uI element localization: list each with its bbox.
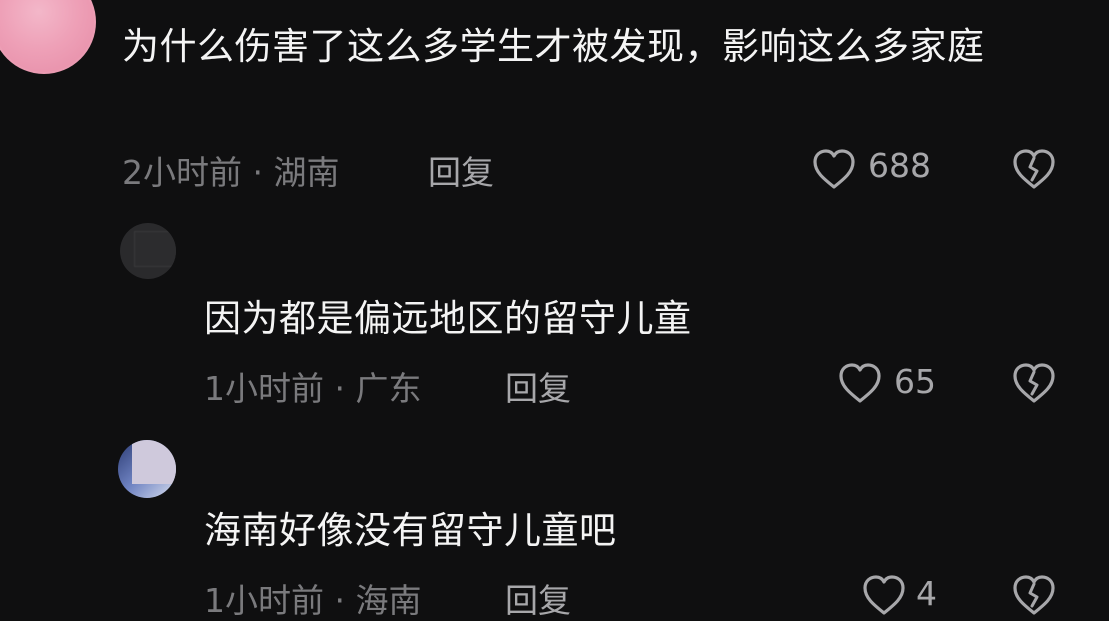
- comment-meta: 1小时前 · 广东: [204, 362, 421, 410]
- broken-heart-icon: [1013, 149, 1055, 189]
- reply-button[interactable]: 回复: [505, 574, 571, 621]
- broken-heart-icon: [1013, 575, 1055, 615]
- avatar-mask: [134, 231, 176, 267]
- comment-time: 1小时前: [204, 369, 324, 408]
- reply-button[interactable]: 回复: [505, 362, 571, 410]
- dislike-button[interactable]: [1010, 572, 1058, 618]
- avatar-mask: [132, 440, 176, 484]
- heart-outline-icon: [813, 149, 855, 189]
- like-count: 4: [916, 574, 937, 613]
- like-count: 688: [868, 146, 931, 185]
- comment-location: 海南: [355, 581, 422, 620]
- comment-meta: 1小时前 · 海南: [204, 574, 421, 621]
- meta-separator: ·: [242, 153, 274, 192]
- meta-separator: ·: [324, 581, 356, 620]
- heart-outline-icon: [839, 363, 881, 403]
- comment-meta: 2小时前 · 湖南: [122, 146, 339, 194]
- reply-text: 因为都是偏远地区的留守儿童: [204, 297, 692, 340]
- comment-text: 为什么伤害了这么多学生才被发现，影响这么多家庭: [122, 25, 985, 68]
- heart-outline-icon: [863, 575, 905, 615]
- like-button[interactable]: [836, 360, 884, 406]
- dislike-button[interactable]: [1010, 146, 1058, 192]
- comment-location: 广东: [355, 369, 422, 408]
- comment-time: 1小时前: [204, 581, 324, 620]
- avatar[interactable]: [118, 440, 176, 498]
- broken-heart-icon: [1013, 363, 1055, 403]
- dislike-button[interactable]: [1010, 360, 1058, 406]
- reply-button[interactable]: 回复: [428, 146, 494, 194]
- comment-thread: 为什么伤害了这么多学生才被发现，影响这么多家庭 2小时前 · 湖南 回复 688…: [0, 0, 1109, 621]
- comment-time: 2小时前: [122, 153, 242, 192]
- like-button[interactable]: [860, 572, 908, 618]
- like-button[interactable]: [810, 146, 858, 192]
- avatar[interactable]: [0, 0, 96, 74]
- like-count: 65: [894, 362, 936, 401]
- reply-text: 海南好像没有留守儿童吧: [204, 509, 617, 552]
- comment-location: 湖南: [273, 153, 340, 192]
- avatar[interactable]: [120, 223, 176, 279]
- meta-separator: ·: [324, 369, 356, 408]
